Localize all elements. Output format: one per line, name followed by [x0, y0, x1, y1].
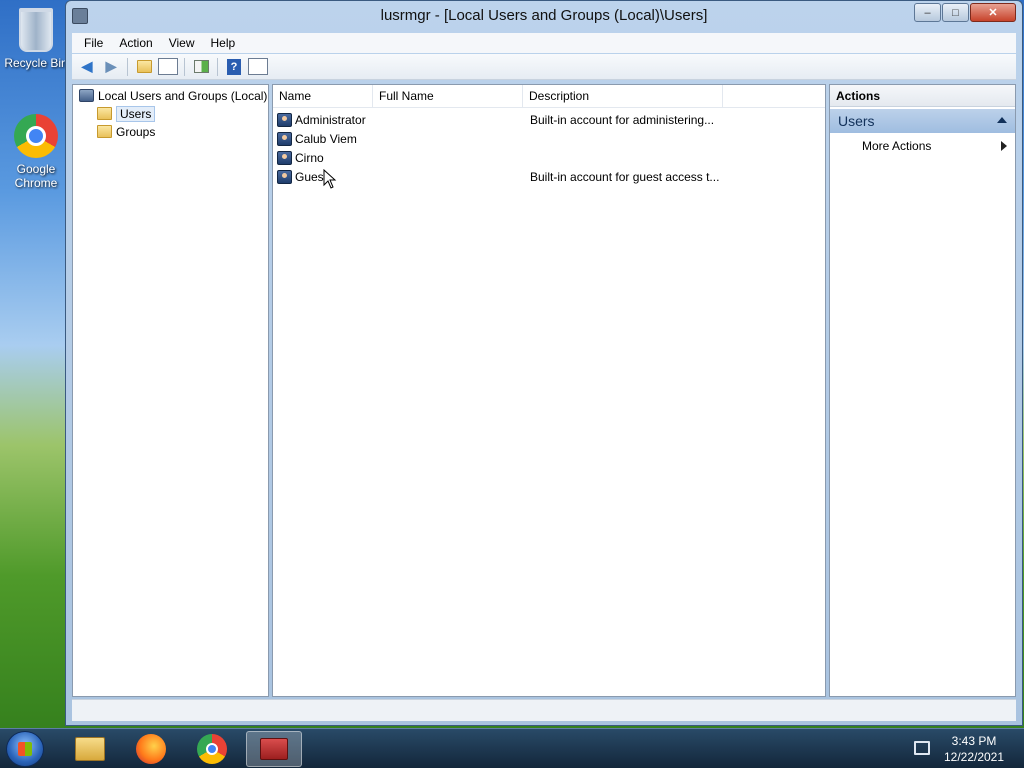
table-row[interactable]: Administrator Built-in account for admin… [277, 110, 714, 129]
toolbar-separator [127, 57, 128, 76]
forward-icon[interactable]: ▶ [100, 57, 122, 77]
folder-icon [97, 107, 112, 120]
list-column-header: Name Full Name Description [273, 84, 825, 108]
submenu-arrow-icon [1001, 141, 1007, 151]
taskbar-chrome[interactable] [184, 731, 240, 767]
chrome-icon [197, 734, 227, 764]
show-hide-action-pane-icon[interactable] [247, 57, 269, 77]
system-clock[interactable]: 3:43 PM 12/22/2021 [936, 733, 1012, 765]
user-icon [277, 131, 292, 146]
taskbar: 3:43 PM 12/22/2021 [0, 728, 1024, 768]
firefox-icon [136, 734, 166, 764]
table-row[interactable]: Guest Built-in account for guest access … [277, 167, 719, 186]
mouse-cursor-icon [323, 169, 337, 189]
user-icon [277, 112, 292, 127]
actions-section-label: Users [838, 113, 875, 129]
tree-item-users[interactable]: Users [97, 105, 156, 122]
menu-help[interactable]: Help [203, 36, 244, 50]
user-name: Cirno [295, 150, 324, 165]
taskbar-firefox[interactable] [123, 731, 179, 767]
toolbar-separator [184, 57, 185, 76]
toolbar-separator [217, 57, 218, 76]
desktop-icon-google-chrome[interactable]: Google Chrome [4, 114, 68, 190]
toolbar: ◀ ▶ ? [72, 54, 1016, 80]
column-header-description[interactable]: Description [523, 84, 723, 108]
tree-item-root[interactable]: Local Users and Groups (Local) [79, 87, 267, 104]
table-row[interactable]: Calub Viem [277, 129, 543, 148]
column-header-full-name[interactable]: Full Name [373, 84, 523, 108]
tree-item-label: Local Users and Groups (Local) [98, 88, 268, 103]
recycle-bin-icon [19, 8, 53, 52]
window-title: lusrmgr - [Local Users and Groups (Local… [380, 7, 708, 24]
help-icon[interactable]: ? [223, 57, 245, 77]
file-explorer-icon [75, 737, 105, 761]
status-bar [72, 699, 1016, 721]
toolbox-icon [260, 738, 288, 760]
tree-item-label: Groups [116, 124, 156, 139]
maximize-button[interactable]: □ [942, 3, 969, 22]
up-one-level-icon[interactable] [133, 57, 155, 77]
column-header-name[interactable]: Name [273, 84, 373, 108]
clock-date: 12/22/2021 [943, 750, 1005, 764]
user-icon [277, 169, 292, 184]
folder-icon [97, 125, 112, 138]
computer-management-icon [79, 89, 94, 102]
user-name: Administrator [295, 112, 366, 127]
title-bar[interactable]: lusrmgr - [Local Users and Groups (Local… [66, 1, 1022, 31]
actions-header: Actions [830, 85, 1015, 107]
user-icon [277, 150, 292, 165]
collapse-icon[interactable] [997, 117, 1007, 123]
user-description: Built-in account for guest access t... [530, 169, 720, 184]
table-row[interactable]: Cirno [277, 148, 543, 167]
menu-action[interactable]: Action [111, 36, 160, 50]
desktop-icon-recycle-bin[interactable]: Recycle Bin [4, 8, 68, 70]
more-actions-item[interactable]: More Actions [830, 137, 1015, 155]
users-list-pane: Name Full Name Description Administrator… [272, 84, 826, 697]
desktop-icon-label: Google Chrome [14, 162, 58, 190]
tree-item-groups[interactable]: Groups [97, 123, 155, 140]
console-tree-pane: Local Users and Groups (Local) Users Gro… [72, 84, 269, 697]
export-list-icon[interactable] [190, 57, 212, 77]
back-icon[interactable]: ◀ [76, 57, 98, 77]
start-button[interactable] [6, 731, 44, 767]
menu-bar: File Action View Help [72, 33, 1016, 53]
actions-section-users[interactable]: Users [830, 109, 1015, 133]
actions-pane: Actions Users More Actions [829, 84, 1016, 697]
chrome-icon [14, 114, 58, 158]
close-button[interactable]: ✕ [970, 3, 1016, 22]
desktop-icon-label: Recycle Bin [4, 56, 68, 70]
taskbar-computer-management[interactable] [246, 731, 302, 767]
show-hide-console-tree-icon[interactable] [157, 57, 179, 77]
window-controls: – □ ✕ [914, 3, 1016, 22]
minimize-button[interactable]: – [914, 3, 941, 22]
more-actions-label: More Actions [862, 139, 932, 153]
taskbar-explorer[interactable] [62, 731, 118, 767]
network-icon[interactable] [914, 741, 930, 755]
menu-file[interactable]: File [76, 36, 111, 50]
clock-time: 3:43 PM [951, 734, 997, 748]
tree-item-label: Users [116, 105, 156, 122]
menu-view[interactable]: View [161, 36, 203, 50]
user-name: Calub Viem [295, 131, 357, 146]
lusrmgr-window: lusrmgr - [Local Users and Groups (Local… [65, 0, 1023, 726]
user-description: Built-in account for administering... [530, 112, 715, 127]
